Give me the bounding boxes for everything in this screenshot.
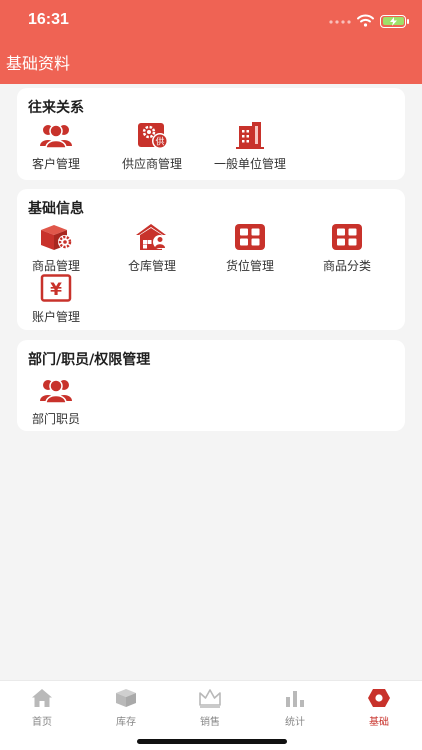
people-icon — [39, 375, 73, 405]
product-category-item[interactable]: 商品分类 — [299, 222, 395, 273]
svg-text:供: 供 — [155, 136, 164, 148]
warehouse-management-item[interactable]: 仓库管理 — [104, 222, 200, 273]
stats-icon — [253, 687, 337, 709]
item-label: 商品管理 — [31, 259, 80, 273]
section-basic-info: 基础信息 商品管理 仓库管理 货位管理 商品分类 ¥ 账户管理 — [17, 189, 405, 330]
section-departments: 部门/职员/权限管理 部门职员 — [17, 340, 405, 431]
section-relations: 往来关系 客户管理 供 供应商管理 一般单位管理 — [17, 88, 405, 180]
grid-icon — [330, 222, 364, 252]
item-label: 部门职员 — [31, 412, 80, 426]
warehouse-icon — [135, 222, 169, 252]
grid-icon — [233, 222, 267, 252]
building-icon — [233, 120, 267, 150]
inventory-icon — [84, 687, 168, 709]
tab-sales[interactable]: 销售 — [168, 687, 252, 728]
wifi-icon — [357, 12, 374, 31]
supplier-icon: 供 — [135, 120, 169, 150]
section-title: 基础信息 — [28, 201, 84, 217]
hexagon-icon — [337, 687, 421, 709]
tab-label: 销售 — [200, 717, 220, 728]
section-title: 部门/职员/权限管理 — [28, 352, 151, 368]
people-icon — [39, 120, 73, 150]
svg-text:¥: ¥ — [50, 280, 62, 300]
supplier-management-item[interactable]: 供 供应商管理 — [104, 120, 200, 171]
status-time: 16:31 — [28, 11, 69, 28]
status-icons — [329, 12, 409, 31]
crown-icon — [168, 687, 252, 709]
tab-label: 首页 — [32, 717, 52, 728]
product-management-item[interactable]: 商品管理 — [8, 222, 104, 273]
tab-label: 统计 — [285, 717, 305, 728]
general-unit-management-item[interactable]: 一般单位管理 — [202, 120, 298, 171]
page-title: 基础资料 — [6, 54, 71, 73]
item-label: 一般单位管理 — [213, 157, 286, 171]
tab-label: 基础 — [369, 717, 389, 728]
department-staff-item[interactable]: 部门职员 — [8, 375, 104, 426]
item-label: 账户管理 — [31, 310, 80, 324]
home-indicator — [137, 739, 287, 744]
tab-label: 库存 — [116, 717, 136, 728]
customer-management-item[interactable]: 客户管理 — [8, 120, 104, 171]
section-title: 往来关系 — [28, 100, 84, 116]
item-label: 供应商管理 — [121, 157, 182, 171]
item-label: 商品分类 — [322, 259, 371, 273]
yuan-icon: ¥ — [39, 273, 73, 303]
home-icon — [0, 687, 84, 709]
item-label: 货位管理 — [225, 259, 274, 273]
header-bar: 16:31 基础资料 — [0, 0, 422, 84]
battery-icon — [380, 14, 409, 28]
signal-icon — [329, 12, 351, 31]
location-management-item[interactable]: 货位管理 — [202, 222, 298, 273]
tab-basic[interactable]: 基础 — [337, 687, 421, 728]
item-label: 客户管理 — [31, 157, 80, 171]
item-label: 仓库管理 — [127, 259, 176, 273]
tab-home[interactable]: 首页 — [0, 687, 84, 728]
box-gear-icon — [39, 222, 73, 252]
account-management-item[interactable]: ¥ 账户管理 — [8, 273, 104, 324]
tab-inventory[interactable]: 库存 — [84, 687, 168, 728]
tab-stats[interactable]: 统计 — [253, 687, 337, 728]
